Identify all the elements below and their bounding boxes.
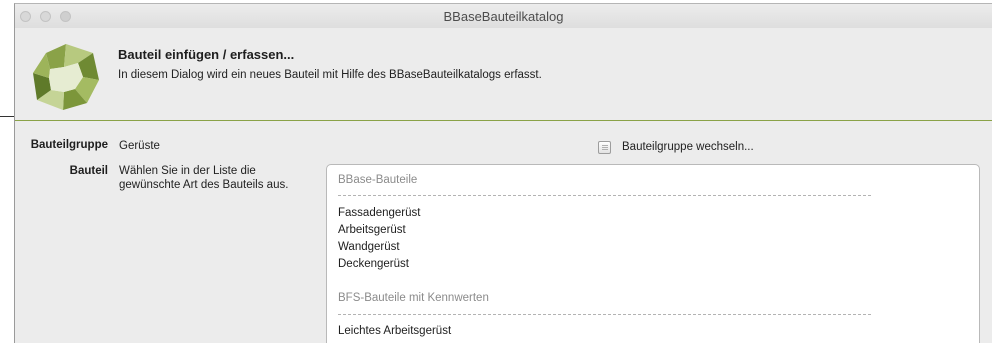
list-group-divider <box>338 314 871 315</box>
outer-divider <box>0 116 14 117</box>
bauteilgruppe-value: Gerüste <box>119 140 160 152</box>
list-group-header: BFS-Bauteile mit Kennwerten <box>338 292 489 304</box>
dialog-header: Bauteil einfügen / erfassen... In diesem… <box>15 28 992 120</box>
bauteilgruppe-wechseln-label: Bauteilgruppe wechseln... <box>622 141 754 153</box>
dialog-description: In diesem Dialog wird ein neues Bauteil … <box>118 69 542 81</box>
bbase-logo-icon <box>33 44 99 110</box>
list-group-divider <box>338 195 871 196</box>
dialog-window: BBaseBauteilkatalog Bauteil einfügen / e… <box>14 3 992 343</box>
list-item[interactable]: Deckengerüst <box>338 258 409 270</box>
header-divider <box>15 120 992 121</box>
list-item[interactable]: Arbeitsgerüst <box>338 224 406 236</box>
list-item[interactable]: Fassadengerüst <box>338 207 420 219</box>
list-icon <box>598 140 611 154</box>
list-item[interactable]: Wandgerüst <box>338 241 400 253</box>
bauteil-hint-line1: Wählen Sie in der Liste die <box>119 165 256 177</box>
window-title: BBaseBauteilkatalog <box>443 9 564 24</box>
title-bar[interactable]: BBaseBauteilkatalog <box>15 4 992 29</box>
bauteil-hint-line2: gewünschte Art des Bauteils aus. <box>119 179 289 191</box>
bauteil-label: Bauteil <box>69 165 108 177</box>
list-item[interactable]: Leichtes Arbeitsgerüst <box>338 325 451 337</box>
dialog-heading: Bauteil einfügen / erfassen... <box>118 47 295 62</box>
bauteil-list[interactable]: BBase-Bauteile Fassadengerüst Arbeitsger… <box>326 164 980 343</box>
bauteilgruppe-label: Bauteilgruppe <box>30 139 108 151</box>
bauteilgruppe-wechseln-button[interactable]: Bauteilgruppe wechseln... <box>598 138 754 156</box>
list-group-header: BBase-Bauteile <box>338 174 418 186</box>
